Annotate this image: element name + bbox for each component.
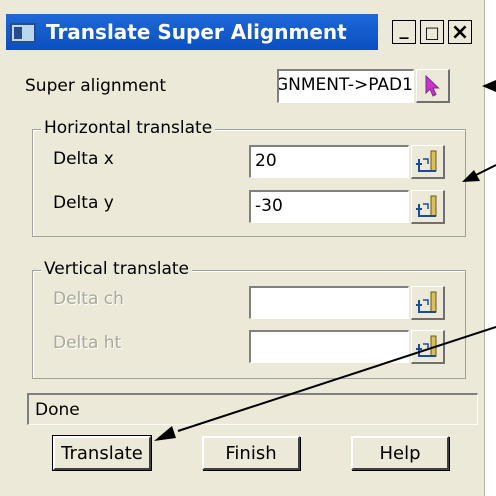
callout-arrow-translate [177,326,496,432]
callout-arrow-delta [473,164,496,177]
callout-arrows [154,80,496,441]
